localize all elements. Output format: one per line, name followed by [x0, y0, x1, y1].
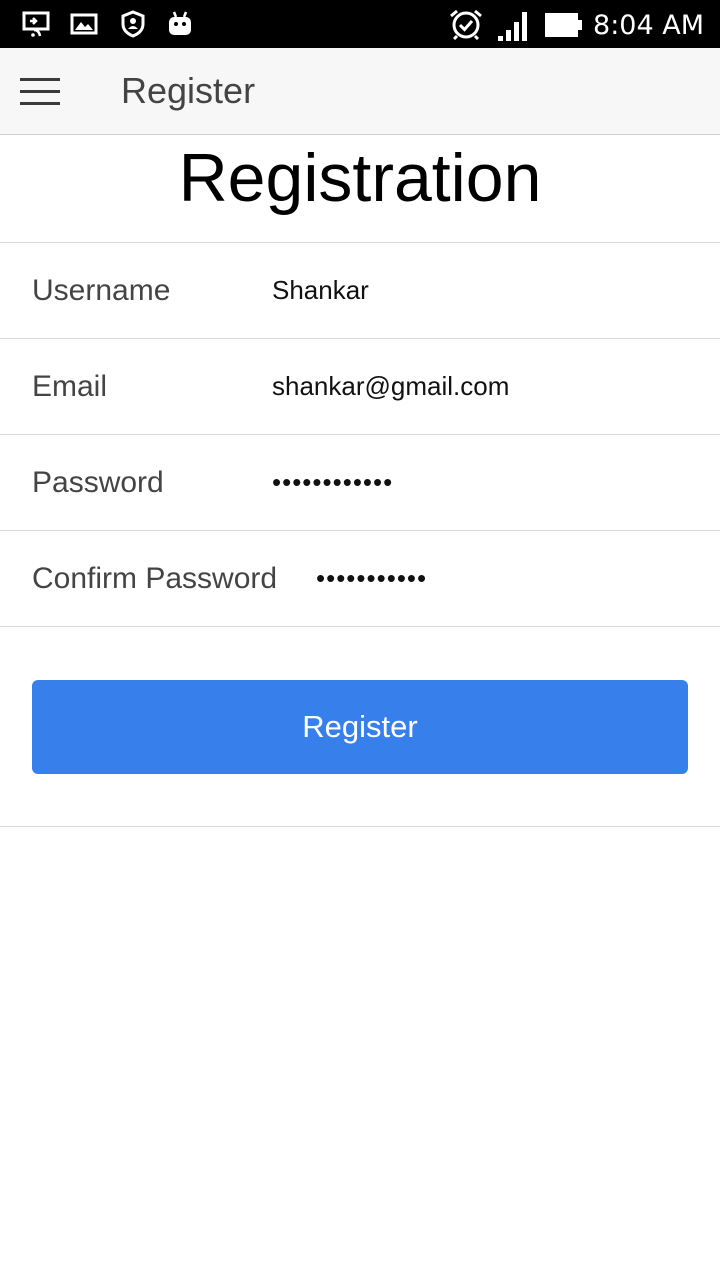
page-title: Registration [0, 135, 720, 243]
password-input[interactable] [272, 457, 692, 507]
register-button[interactable]: Register [32, 680, 688, 774]
battery-icon [545, 13, 582, 37]
alarm-icon [450, 9, 482, 40]
confirm-password-input[interactable] [316, 553, 696, 603]
shield-icon [121, 10, 145, 38]
status-time: 8:04 AM [593, 10, 704, 41]
confirm-password-label: Confirm Password [32, 562, 278, 595]
password-row: Password [0, 435, 720, 531]
signal-icon [498, 12, 527, 41]
divider [0, 826, 720, 827]
cast-icon [22, 11, 50, 37]
password-label: Password [32, 466, 164, 499]
confirm-password-row: Confirm Password [0, 531, 720, 627]
status-bar: 8:04 AM [0, 0, 720, 48]
app-title: Register [121, 70, 256, 111]
username-label: Username [32, 274, 171, 307]
android-icon [169, 11, 191, 35]
email-label: Email [32, 370, 108, 403]
app-bar: Register [0, 48, 720, 135]
hamburger-menu-icon[interactable] [12, 66, 68, 116]
username-row: Username [0, 243, 720, 339]
username-input[interactable] [272, 265, 692, 315]
gallery-icon [70, 13, 98, 35]
email-input[interactable] [272, 361, 692, 411]
email-row: Email [0, 339, 720, 435]
